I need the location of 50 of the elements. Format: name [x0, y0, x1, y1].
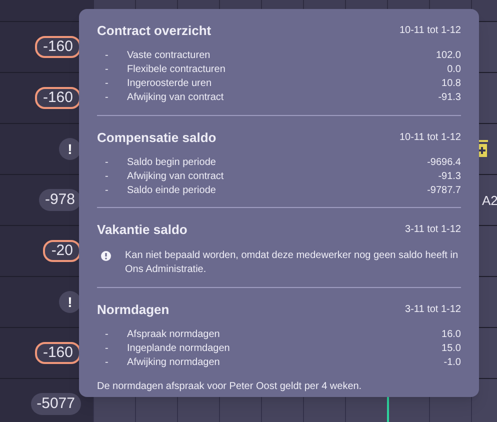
hours-badge: -160	[34, 36, 81, 58]
item-value: -1.0	[444, 356, 461, 370]
alert-badge: !	[59, 291, 81, 313]
item-label: Saldo begin periode	[127, 156, 217, 170]
alert-badge: !	[59, 138, 81, 160]
section-title: Vakantie saldo	[97, 221, 188, 239]
item-value: -9696.4	[427, 156, 461, 170]
item-label: Afwijking normdagen	[127, 356, 221, 370]
item-label: Ingeplande normdagen	[127, 342, 231, 356]
item-label: Ingeroosterde uren	[127, 77, 213, 91]
item-value: 16.0	[442, 328, 461, 342]
item-label: Afspraak normdagen	[127, 328, 221, 342]
hours-badge: -978	[38, 189, 81, 211]
period-label: 3-11 tot 1-12	[405, 302, 461, 317]
bullet: -	[104, 184, 110, 198]
bullet: -	[104, 63, 110, 77]
item-value: 15.0	[442, 342, 461, 356]
period-label: 10-11 tot 1-12	[399, 24, 461, 38]
bullet: -	[104, 328, 110, 342]
item-value: -9787.7	[427, 184, 461, 198]
alert-icon	[101, 250, 111, 260]
period-label: 3-11 tot 1-12	[405, 223, 461, 238]
item-value: 10.8	[442, 77, 461, 91]
bullet: -	[104, 77, 110, 91]
notice-text: Kan niet bepaald worden, omdat deze medewerker nog geen saldo heeft in Ons Administratie.	[125, 248, 460, 276]
hours-badge: -20	[43, 240, 81, 262]
item-label: Afwijking van contract	[127, 91, 225, 105]
bullet: -	[104, 356, 110, 370]
item-label: Vaste contracturen	[127, 49, 212, 63]
bullet: -	[104, 342, 110, 356]
section-title: Contract overzicht	[97, 22, 212, 40]
hours-badge: -160	[34, 87, 81, 109]
bullet: -	[104, 156, 110, 170]
item-value: 102.0	[436, 49, 461, 63]
bullet: -	[104, 170, 110, 184]
item-value: -91.3	[438, 170, 461, 184]
bullet: -	[104, 91, 110, 105]
row-label: A2	[482, 192, 497, 210]
footnote-text: De normdagen afspraak voor Peter Oost geldt per 4 weken.	[97, 380, 363, 394]
hours-badge: -5077	[30, 393, 81, 415]
item-label: Flexibele contracturen	[127, 63, 226, 77]
hours-badge: -160	[34, 342, 81, 364]
period-label: 10-11 tot 1-12	[399, 130, 461, 145]
bullet: -	[104, 49, 110, 63]
item-value: -91.3	[438, 91, 461, 105]
section-title: Compensatie saldo	[97, 128, 216, 147]
item-value: 0.0	[447, 63, 461, 77]
item-label: Saldo einde periode	[127, 184, 217, 198]
item-label: Afwijking van contract	[127, 170, 225, 184]
section-title: Normdagen	[97, 300, 170, 319]
